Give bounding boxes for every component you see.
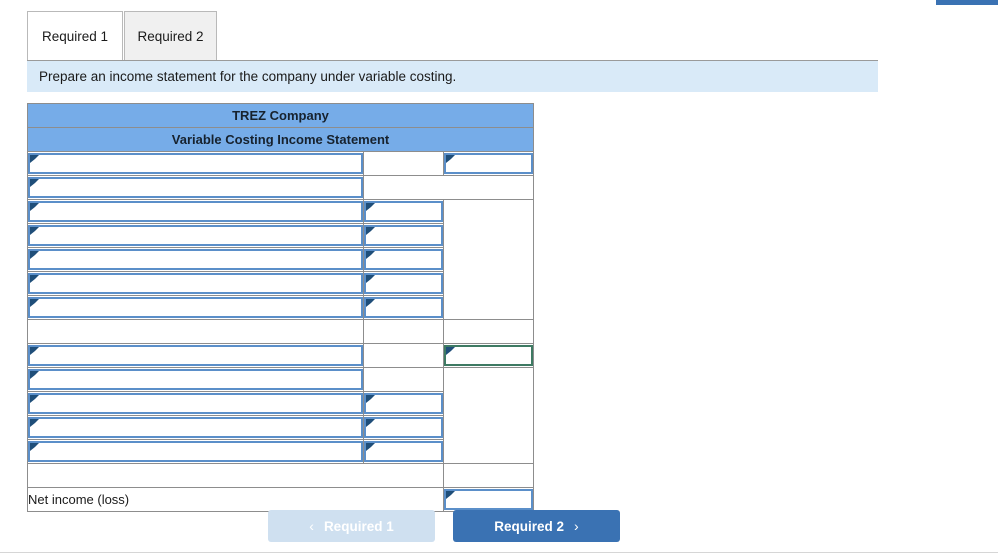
- net-income-row: Net income (loss): [27, 487, 535, 512]
- row-1-col2-cell: [363, 151, 444, 176]
- row-11-label-cell[interactable]: [27, 391, 364, 416]
- tab-required-2[interactable]: Required 2: [124, 11, 217, 60]
- variable-costing-worksheet: TREZ Company Variable Costing Income Sta…: [26, 103, 535, 512]
- row-4-amount-input[interactable]: [364, 225, 443, 246]
- row-3-amount-cell[interactable]: [363, 199, 444, 224]
- row-7-label-input[interactable]: [28, 297, 363, 318]
- row-2-label-input[interactable]: [28, 177, 363, 198]
- row-1-label-input[interactable]: [28, 153, 363, 174]
- row-5-label-input[interactable]: [28, 249, 363, 270]
- net-income-amount-cell[interactable]: [442, 487, 535, 512]
- row-8-col2-cell: [363, 319, 444, 344]
- next-required-button[interactable]: Required 2 ›: [453, 510, 620, 542]
- row-4-label-cell[interactable]: [27, 223, 364, 248]
- row-9-label-input[interactable]: [28, 345, 363, 366]
- row-3-label-cell[interactable]: [27, 199, 364, 224]
- row-7-label-cell[interactable]: [27, 295, 364, 320]
- row-11-label-input[interactable]: [28, 393, 363, 414]
- row-1-label-cell[interactable]: [27, 151, 364, 176]
- table-row: [27, 199, 535, 320]
- row-14-left-cell: [27, 463, 444, 488]
- spacer-row: [27, 463, 535, 488]
- row-11-amount-cell[interactable]: [363, 391, 444, 416]
- table-row: [27, 367, 535, 464]
- navigation-bar: ‹ Required 1 Required 2 ›: [0, 510, 998, 543]
- next-required-label: Required 2: [494, 518, 565, 534]
- instruction-text: Prepare an income statement for the comp…: [39, 69, 457, 84]
- row-9-label-cell[interactable]: [27, 343, 364, 368]
- row-12-label-input[interactable]: [28, 417, 363, 438]
- row-9-amount-input[interactable]: [444, 345, 534, 366]
- row-10-col2-cell: [363, 367, 444, 392]
- chevron-right-icon: ›: [574, 518, 579, 534]
- row-13-amount-cell[interactable]: [363, 439, 444, 464]
- row-12-amount-input[interactable]: [364, 417, 443, 438]
- table-row: [27, 343, 535, 368]
- statement-name-header: Variable Costing Income Statement: [26, 127, 535, 152]
- tab-bar: Required 1 Required 2: [0, 0, 998, 60]
- row-14-col3-cell: [442, 463, 535, 488]
- spacer-row: [27, 319, 535, 344]
- row-2-label-cell[interactable]: [27, 175, 364, 200]
- row-3-label-input[interactable]: [28, 201, 363, 222]
- row-5-amount-input[interactable]: [364, 249, 443, 270]
- instruction-banner: Prepare an income statement for the comp…: [27, 60, 878, 92]
- row-4-amount-cell[interactable]: [363, 223, 444, 248]
- row-1-amount-cell[interactable]: [442, 151, 535, 176]
- row-13-label-input[interactable]: [28, 441, 363, 462]
- row-5-amount-cell[interactable]: [363, 247, 444, 272]
- row-13-amount-input[interactable]: [364, 441, 443, 462]
- row-1-amount-input[interactable]: [444, 153, 534, 174]
- row-12-label-cell[interactable]: [27, 415, 364, 440]
- row-8-col3-cell: [442, 319, 535, 344]
- row-7-amount-input[interactable]: [364, 297, 443, 318]
- row-7-amount-cell[interactable]: [363, 295, 444, 320]
- row-6-amount-input[interactable]: [364, 273, 443, 294]
- row-3-amount-input[interactable]: [364, 201, 443, 222]
- rows-10-13-col3-span: [442, 367, 535, 464]
- chevron-left-icon: ‹: [309, 518, 314, 534]
- previous-required-label: Required 1: [323, 518, 394, 534]
- tab-required-2-label: Required 2: [137, 28, 204, 44]
- net-income-label: Net income (loss): [27, 487, 444, 512]
- row-6-amount-cell[interactable]: [363, 271, 444, 296]
- row-5-label-cell[interactable]: [27, 247, 364, 272]
- row-10-label-cell[interactable]: [27, 367, 364, 392]
- company-name-header: TREZ Company: [26, 103, 535, 128]
- bottom-divider: [0, 552, 998, 553]
- row-11-amount-input[interactable]: [364, 393, 443, 414]
- tab-required-1-label: Required 1: [41, 28, 109, 44]
- table-row: [27, 175, 535, 200]
- previous-required-button[interactable]: ‹ Required 1: [268, 510, 435, 542]
- row-4-label-input[interactable]: [28, 225, 363, 246]
- rows-3-7-col3-span: [442, 199, 535, 320]
- row-6-label-input[interactable]: [28, 273, 363, 294]
- row-6-label-cell[interactable]: [27, 271, 364, 296]
- worksheet-title-row-2: Variable Costing Income Statement: [26, 127, 535, 152]
- tab-required-1[interactable]: Required 1: [27, 11, 123, 60]
- table-row: [27, 151, 535, 176]
- row-2-merged-cell: [362, 175, 535, 200]
- row-13-label-cell[interactable]: [27, 439, 364, 464]
- row-8-label-cell: [27, 319, 364, 344]
- row-9-col2-cell: [363, 343, 444, 368]
- row-10-label-input[interactable]: [28, 369, 363, 390]
- row-12-amount-cell[interactable]: [363, 415, 444, 440]
- net-income-amount-input[interactable]: [444, 489, 534, 510]
- worksheet-title-row-1: TREZ Company: [26, 103, 535, 128]
- row-9-amount-cell[interactable]: [442, 343, 535, 368]
